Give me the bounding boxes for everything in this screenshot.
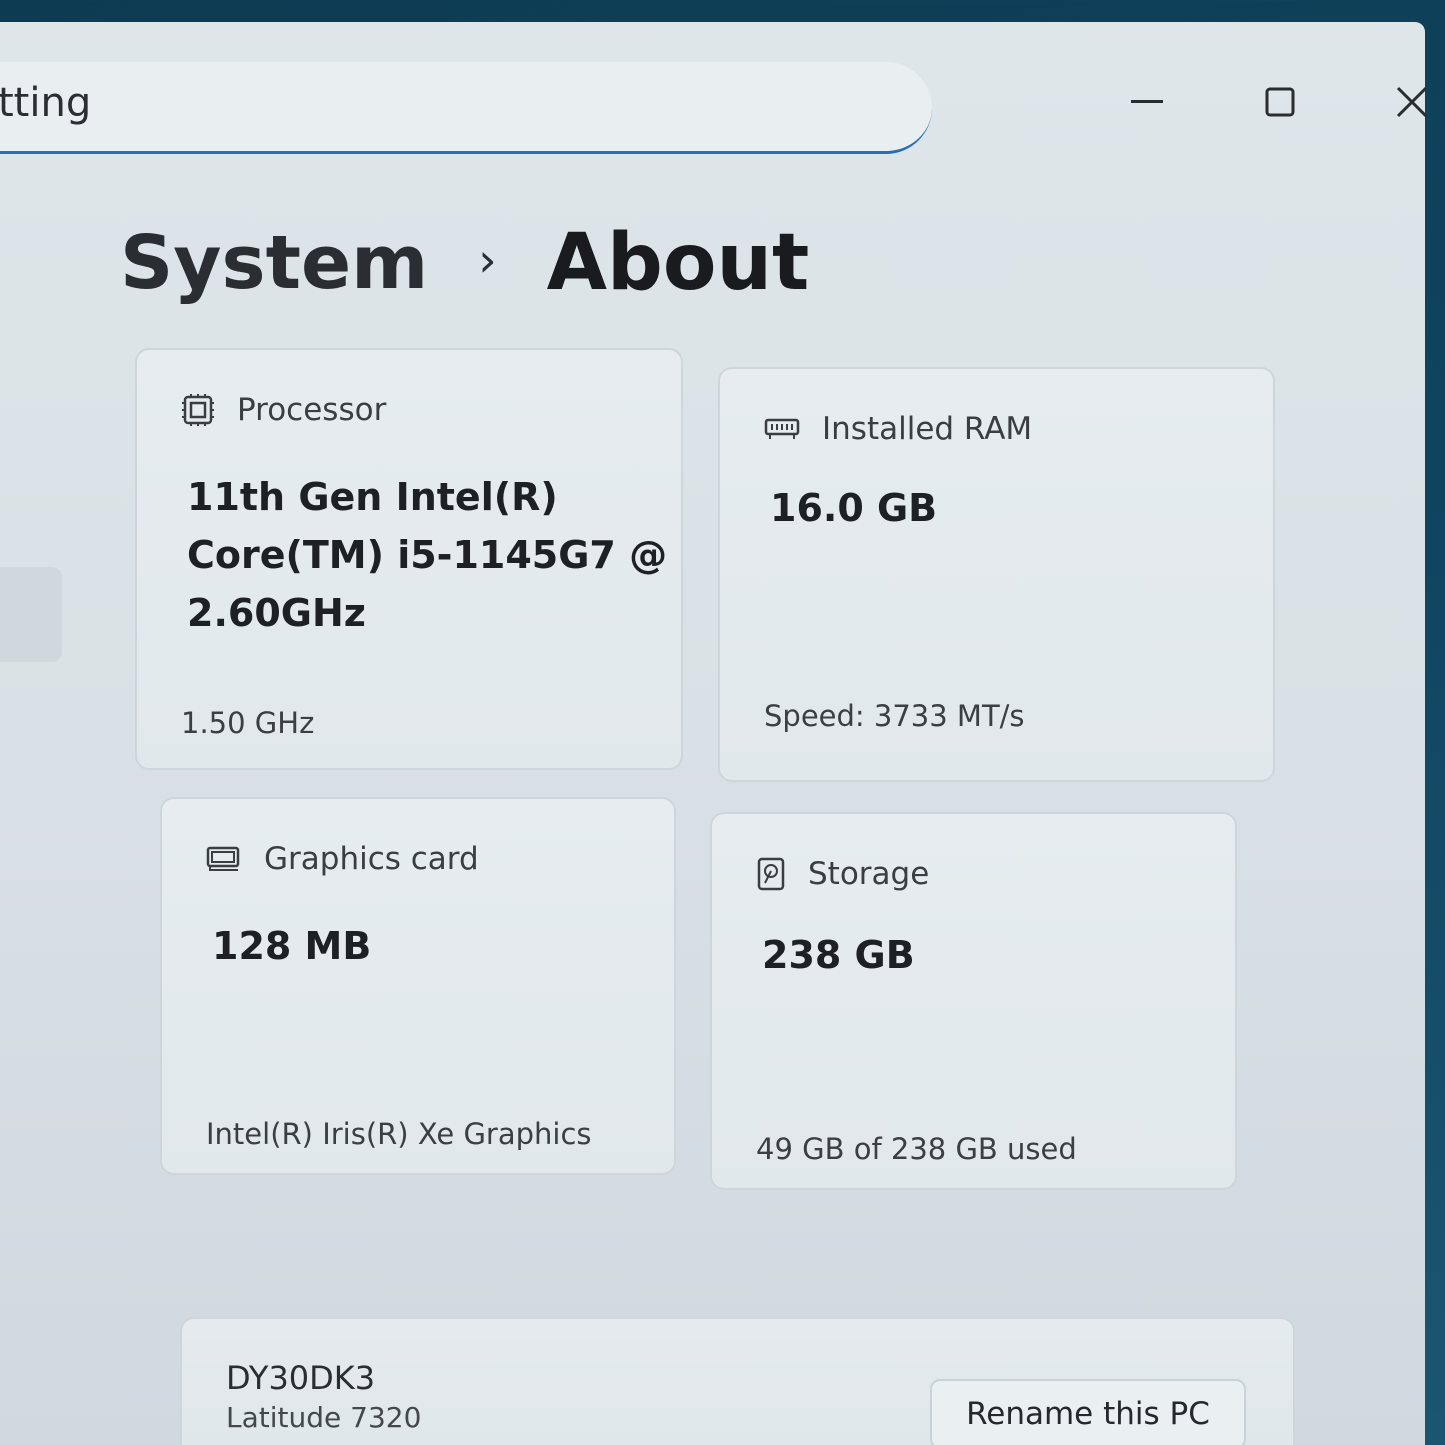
graphics-model: Intel(R) Iris(R) Xe Graphics xyxy=(206,1117,592,1151)
processor-value-line: Core(TM) i5-1145G7 @ xyxy=(187,533,668,577)
storage-card: Storage 238 GB 49 GB of 238 GB used xyxy=(710,812,1237,1190)
device-card: DY30DK3 Latitude 7320 Rename this PC xyxy=(180,1317,1295,1445)
graphics-card-icon xyxy=(206,845,242,873)
rename-pc-button[interactable]: Rename this PC xyxy=(930,1379,1246,1445)
close-icon xyxy=(1396,86,1428,118)
search-input-text[interactable]: tting xyxy=(0,80,91,126)
processor-value-line: 11th Gen Intel(R) xyxy=(187,475,558,519)
ram-speed: Speed: 3733 MT/s xyxy=(764,699,1025,733)
search-box[interactable]: tting xyxy=(0,62,932,154)
close-button[interactable] xyxy=(1382,72,1442,132)
settings-window: tting System › About Processor 11th Gen … xyxy=(0,22,1428,1445)
processor-value: 11th Gen Intel(R) Core(TM) i5-1145G7 @ 2… xyxy=(187,468,667,642)
ram-value: 16.0 GB xyxy=(770,486,938,530)
processor-icon xyxy=(181,393,215,427)
processor-card: Processor 11th Gen Intel(R) Core(TM) i5-… xyxy=(135,348,683,770)
sidebar-selected-item[interactable] xyxy=(0,567,62,662)
device-model: Latitude 7320 xyxy=(226,1401,422,1434)
ram-card: Installed RAM 16.0 GB Speed: 3733 MT/s xyxy=(718,367,1275,782)
graphics-card-header: Graphics card xyxy=(206,841,479,877)
breadcrumb: System › About xyxy=(120,218,809,308)
storage-usage: 49 GB of 238 GB used xyxy=(756,1132,1077,1166)
minimize-button[interactable] xyxy=(1117,72,1177,132)
ram-card-header: Installed RAM xyxy=(764,411,1032,447)
processor-card-header: Processor xyxy=(181,392,386,428)
device-name: DY30DK3 xyxy=(226,1359,376,1397)
graphics-card: Graphics card 128 MB Intel(R) Iris(R) Xe… xyxy=(160,797,676,1175)
graphics-title: Graphics card xyxy=(264,841,479,877)
storage-card-header: Storage xyxy=(756,856,929,892)
storage-value: 238 GB xyxy=(762,933,915,977)
breadcrumb-parent[interactable]: System xyxy=(120,220,428,306)
minimize-icon xyxy=(1131,100,1163,104)
maximize-icon xyxy=(1265,87,1295,117)
breadcrumb-separator: › xyxy=(478,233,497,287)
storage-title: Storage xyxy=(808,856,930,892)
processor-value-line: 2.60GHz xyxy=(187,591,366,635)
ram-icon xyxy=(764,416,800,442)
ram-title: Installed RAM xyxy=(822,411,1033,447)
storage-icon xyxy=(756,857,786,891)
graphics-value: 128 MB xyxy=(212,924,372,968)
processor-speed: 1.50 GHz xyxy=(181,706,315,740)
page-title: About xyxy=(546,218,810,308)
maximize-button[interactable] xyxy=(1250,72,1310,132)
processor-title: Processor xyxy=(237,392,387,428)
